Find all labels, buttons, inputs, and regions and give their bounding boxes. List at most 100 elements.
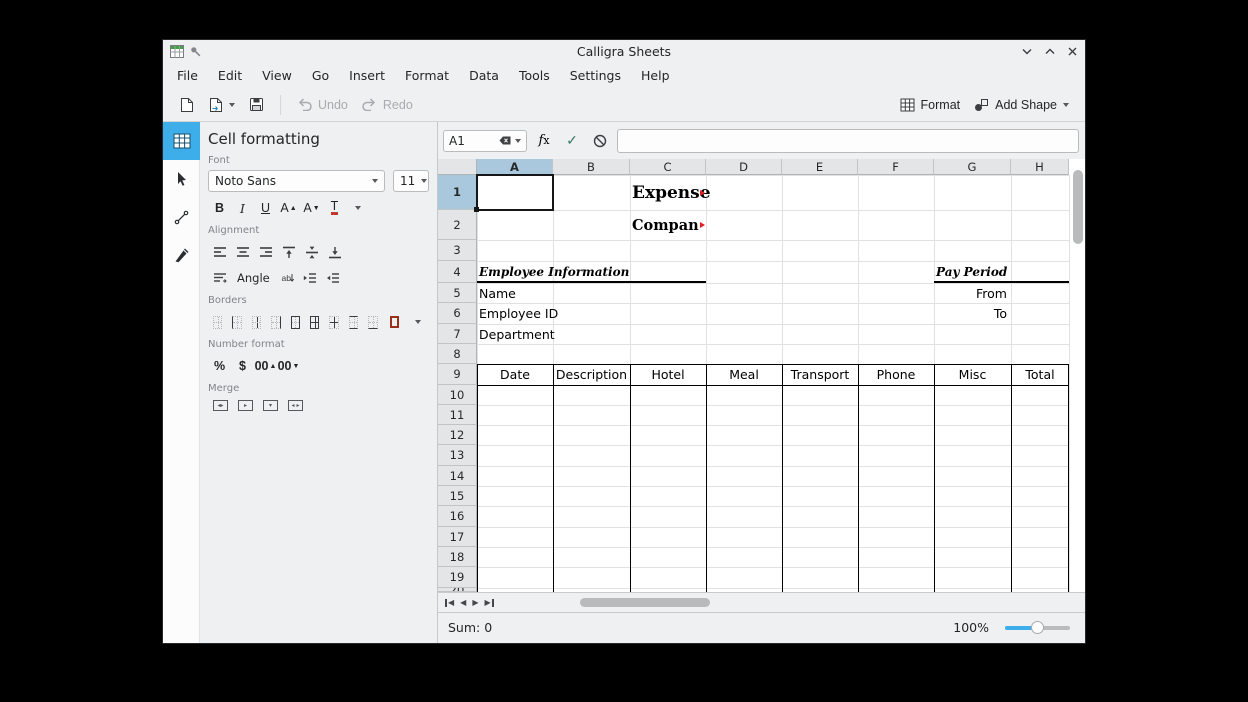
text-direction-button[interactable] bbox=[208, 268, 231, 288]
align-bottom-button[interactable] bbox=[323, 242, 346, 262]
column-header-F[interactable]: F bbox=[858, 159, 934, 175]
menu-view[interactable]: View bbox=[252, 64, 302, 87]
cell-G5[interactable]: From bbox=[934, 283, 1011, 303]
accept-formula-button[interactable]: ✓ bbox=[561, 130, 583, 152]
row-header-12[interactable]: 12 bbox=[438, 425, 477, 445]
open-document-button[interactable] bbox=[202, 93, 241, 117]
formula-wizard-button[interactable]: fx bbox=[533, 130, 555, 152]
cell-A5[interactable]: Name bbox=[477, 283, 553, 303]
row-header-7[interactable]: 7 bbox=[438, 324, 477, 344]
align-left-button[interactable] bbox=[208, 242, 231, 262]
new-document-button[interactable] bbox=[173, 93, 200, 117]
row-header-19[interactable]: 19 bbox=[438, 567, 477, 588]
cell-C9[interactable]: Hotel bbox=[630, 364, 706, 385]
cell-reference-combo[interactable]: A1 bbox=[443, 130, 527, 152]
row-header-4[interactable]: 4 bbox=[438, 261, 477, 283]
align-top-button[interactable] bbox=[277, 242, 300, 262]
cell-F9[interactable]: Phone bbox=[858, 364, 934, 385]
cell-D9[interactable]: Meal bbox=[706, 364, 782, 385]
calligraphy-tool-button[interactable] bbox=[163, 236, 200, 274]
cell-tool-button[interactable] bbox=[163, 122, 200, 160]
cell-A7[interactable]: Department bbox=[477, 324, 553, 344]
border-top-bottom-button[interactable] bbox=[349, 316, 358, 329]
row-header-1[interactable]: 1 bbox=[438, 175, 477, 210]
border-inner-vertical-button[interactable] bbox=[252, 316, 261, 329]
superscript-button[interactable]: A▲ bbox=[277, 198, 300, 218]
decrease-indent-button[interactable] bbox=[299, 268, 322, 288]
border-color-chevron-button[interactable] bbox=[406, 312, 429, 332]
minimize-button[interactable] bbox=[1022, 48, 1032, 55]
menu-tools[interactable]: Tools bbox=[509, 64, 560, 87]
cell-A6[interactable]: Employee ID bbox=[477, 303, 553, 324]
redo-button[interactable]: Redo bbox=[356, 94, 419, 116]
column-header-H[interactable]: H bbox=[1011, 159, 1069, 175]
cell-G6[interactable]: To bbox=[934, 303, 1011, 324]
row-header-15[interactable]: 15 bbox=[438, 486, 477, 506]
column-header-E[interactable]: E bbox=[782, 159, 858, 175]
next-sheet-button[interactable]: ▶ bbox=[469, 595, 481, 611]
cell-G9[interactable]: Misc bbox=[934, 364, 1011, 385]
undo-button[interactable]: Undo bbox=[291, 94, 354, 116]
menu-go[interactable]: Go bbox=[302, 64, 339, 87]
column-header-B[interactable]: B bbox=[553, 159, 630, 175]
border-all-button[interactable] bbox=[310, 316, 319, 329]
last-sheet-button[interactable]: ▶ bbox=[481, 595, 496, 611]
align-center-button[interactable] bbox=[231, 242, 254, 262]
align-right-button[interactable] bbox=[254, 242, 277, 262]
menu-settings[interactable]: Settings bbox=[560, 64, 631, 87]
row-header-2[interactable]: 2 bbox=[438, 210, 477, 240]
add-shape-button[interactable]: Add Shape bbox=[968, 94, 1075, 116]
merge-cells-button[interactable]: ◂▸ bbox=[213, 400, 228, 411]
connector-tool-button[interactable] bbox=[163, 198, 200, 236]
column-header-A[interactable]: A bbox=[477, 159, 553, 175]
previous-sheet-button[interactable]: ◀ bbox=[457, 595, 469, 611]
border-left-button[interactable] bbox=[232, 316, 241, 329]
menu-edit[interactable]: Edit bbox=[208, 64, 252, 87]
cell-A4[interactable]: Employee Information bbox=[477, 261, 553, 283]
font-family-select[interactable]: Noto Sans bbox=[208, 170, 385, 192]
grid-corner[interactable] bbox=[438, 159, 477, 175]
row-header-11[interactable]: 11 bbox=[438, 405, 477, 425]
cell-H9[interactable]: Total bbox=[1011, 364, 1069, 385]
format-button[interactable]: Format bbox=[894, 94, 967, 116]
row-header-18[interactable]: 18 bbox=[438, 547, 477, 567]
border-color-swatch[interactable] bbox=[390, 316, 399, 328]
border-right-button[interactable] bbox=[271, 316, 280, 329]
selection-tool-button[interactable] bbox=[163, 160, 200, 198]
font-size-select[interactable]: 11 bbox=[393, 170, 429, 192]
horizontal-scrollbar[interactable] bbox=[580, 598, 710, 607]
row-header-6[interactable]: 6 bbox=[438, 303, 477, 324]
merge-vertical-button[interactable]: ▾ bbox=[263, 400, 278, 411]
row-header-16[interactable]: 16 bbox=[438, 506, 477, 527]
align-middle-button[interactable] bbox=[300, 242, 323, 262]
subscript-button[interactable]: A▼ bbox=[300, 198, 323, 218]
menu-file[interactable]: File bbox=[167, 64, 208, 87]
font-color-button[interactable]: T bbox=[323, 198, 346, 218]
increase-precision-button[interactable]: 00▲ bbox=[254, 356, 277, 376]
vertical-scrollbar[interactable] bbox=[1073, 170, 1083, 244]
row-header-8[interactable]: 8 bbox=[438, 344, 477, 364]
grid-viewport[interactable]: ExpenseCompanEmployee InformationPay Per… bbox=[438, 159, 1085, 592]
vertical-text-button[interactable]: ab bbox=[276, 268, 299, 288]
dissociate-cells-button[interactable]: ◂ ▸ bbox=[288, 400, 303, 411]
border-inner-button[interactable] bbox=[329, 316, 338, 329]
bold-button[interactable]: B bbox=[208, 198, 231, 218]
cell-B9[interactable]: Description bbox=[553, 364, 630, 385]
menu-format[interactable]: Format bbox=[395, 64, 459, 87]
column-header-G[interactable]: G bbox=[934, 159, 1011, 175]
border-bottom-button[interactable] bbox=[368, 316, 377, 329]
cell-G4[interactable]: Pay Period bbox=[934, 261, 1011, 283]
row-header-14[interactable]: 14 bbox=[438, 466, 477, 486]
row-header-10[interactable]: 10 bbox=[438, 385, 477, 405]
column-header-D[interactable]: D bbox=[706, 159, 782, 175]
formula-input[interactable] bbox=[617, 129, 1079, 153]
row-header-13[interactable]: 13 bbox=[438, 445, 477, 466]
menu-insert[interactable]: Insert bbox=[339, 64, 395, 87]
percent-format-button[interactable]: % bbox=[208, 356, 231, 376]
cell-A9[interactable]: Date bbox=[477, 364, 553, 385]
column-header-C[interactable]: C bbox=[630, 159, 706, 175]
selection-handle[interactable] bbox=[474, 207, 479, 212]
cell-C2[interactable]: Compan bbox=[630, 210, 706, 240]
underline-button[interactable]: U bbox=[254, 198, 277, 218]
save-button[interactable] bbox=[243, 93, 270, 116]
